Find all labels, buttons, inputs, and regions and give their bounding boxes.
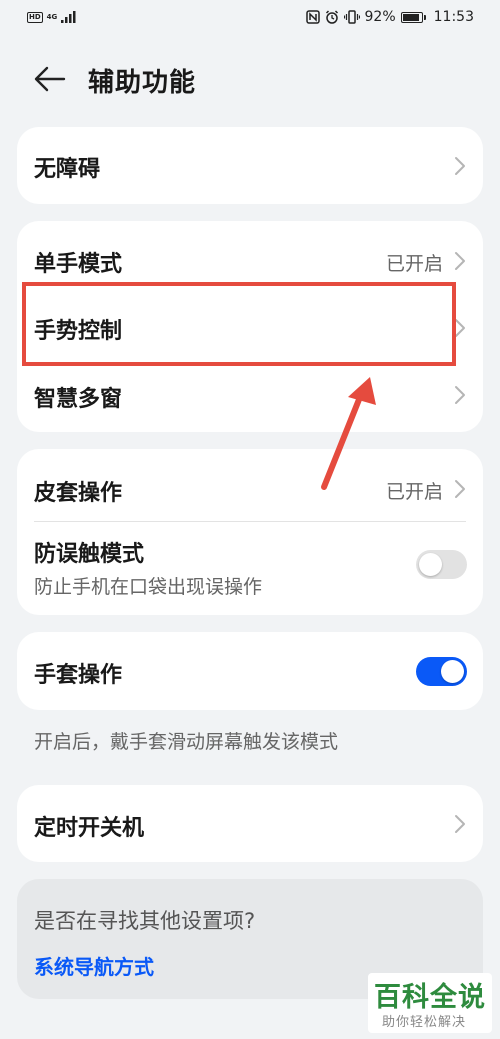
card-glove: 手套操作 [17, 632, 483, 710]
glove-toggle[interactable] [416, 657, 467, 686]
watermark-title: 百科全说 [374, 982, 486, 1013]
network-type: 4G [46, 12, 58, 21]
annotation-highlight-box [22, 282, 456, 366]
battery-icon [400, 11, 426, 23]
page-title: 辅助功能 [88, 68, 197, 98]
anti-mistouch-toggle[interactable] [416, 550, 467, 579]
card-accessibility: 无障碍 [17, 127, 483, 204]
status-bar: HD 4G 92% 11:53 [0, 0, 500, 38]
hint-question: 是否在寻找其他设置项? [34, 909, 256, 933]
row-scheduled-power[interactable]: 定时开关机 [17, 785, 483, 862]
row-cover-operation[interactable]: 皮套操作 已开启 [17, 449, 483, 521]
row-label: 单手模式 [34, 252, 123, 277]
toggle-knob [441, 660, 464, 683]
chevron-right-icon [455, 815, 465, 833]
status-right: 92% 11:53 [305, 9, 474, 25]
signal-icon [61, 11, 76, 23]
card-cover: 皮套操作 已开启 防误触模式 防止手机在口袋出现误操作 [17, 449, 483, 615]
row-label: 手套操作 [34, 663, 123, 688]
row-status: 已开启 [385, 481, 443, 503]
row-label: 防误触模式 [34, 542, 145, 567]
back-arrow-icon [34, 66, 66, 92]
row-accessibility[interactable]: 无障碍 [17, 127, 483, 204]
chevron-right-icon [455, 480, 465, 498]
status-left: HD 4G [27, 11, 77, 23]
back-button[interactable] [32, 63, 68, 95]
battery-level [402, 13, 419, 21]
system-navigation-link[interactable]: 系统导航方式 [34, 951, 154, 980]
watermark-subtitle: 助你轻松解决 [382, 1015, 467, 1030]
nfc-icon [305, 10, 320, 24]
row-sublabel: 防止手机在口袋出现误操作 [34, 576, 263, 598]
toggle-knob [419, 553, 442, 576]
row-label: 智慧多窗 [34, 387, 123, 412]
row-label: 皮套操作 [34, 481, 123, 506]
row-status: 已开启 [385, 253, 443, 275]
clock: 11:53 [433, 9, 474, 25]
row-label: 无障碍 [34, 157, 101, 182]
header: 辅助功能 [0, 55, 500, 105]
hd-badge: HD [27, 11, 43, 23]
row-anti-mistouch[interactable]: 防误触模式 防止手机在口袋出现误操作 [17, 522, 483, 615]
watermark-logo: 百科全说 助你轻松解决 [368, 973, 492, 1033]
battery-percent: 92% [364, 9, 396, 25]
row-label: 定时开关机 [34, 816, 145, 841]
chevron-right-icon [455, 386, 465, 404]
alarm-icon [325, 10, 338, 24]
chevron-right-icon [455, 157, 465, 175]
row-glove-operation[interactable]: 手套操作 [17, 632, 483, 710]
card-scheduled-power: 定时开关机 [17, 785, 483, 862]
chevron-right-icon [455, 252, 465, 270]
row-smart-multiwindow[interactable]: 智慧多窗 [17, 361, 483, 432]
vibrate-icon [343, 10, 360, 24]
glove-note: 开启后，戴手套滑动屏幕触发该模式 [34, 731, 339, 753]
